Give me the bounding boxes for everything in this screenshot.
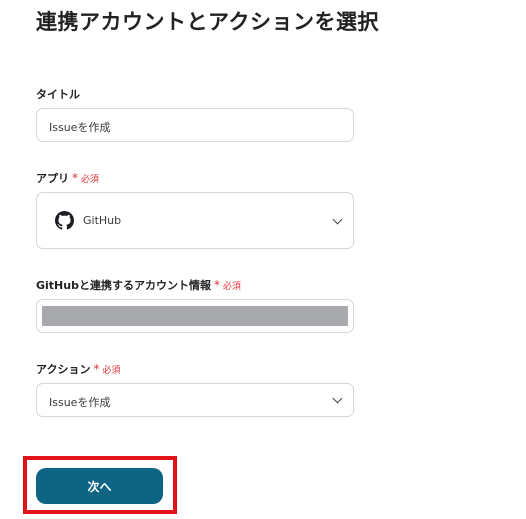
page-title: 連携アカウントとアクションを選択 — [36, 10, 379, 34]
account-label-text: GitHubと連携するアカウント情報 — [36, 279, 211, 292]
app-select[interactable]: GitHub — [36, 192, 354, 249]
title-input-value: Issueを作成 — [49, 121, 111, 134]
next-button[interactable]: 次へ — [36, 468, 163, 504]
chevron-down-icon — [332, 214, 343, 225]
required-badge: * 必須 — [93, 362, 121, 376]
action-field-label: アクション * 必須 — [36, 361, 120, 377]
required-badge: * 必須 — [213, 278, 241, 292]
chevron-down-icon — [332, 393, 343, 404]
title-field-label: タイトル — [36, 86, 80, 102]
action-select[interactable]: Issueを作成 — [36, 383, 354, 417]
app-label-text: アプリ — [36, 172, 69, 185]
app-field-label: アプリ * 必須 — [36, 170, 99, 186]
account-field-label: GitHubと連携するアカウント情報 * 必須 — [36, 277, 241, 293]
required-badge: * 必須 — [72, 171, 99, 185]
action-label-text: アクション — [36, 363, 91, 376]
masked-account-value — [42, 306, 348, 326]
app-select-value: GitHub — [83, 214, 122, 227]
action-select-value: Issueを作成 — [49, 396, 111, 409]
title-input[interactable]: Issueを作成 — [36, 108, 354, 142]
github-icon — [55, 211, 74, 230]
title-label-text: タイトル — [36, 88, 80, 101]
account-select[interactable] — [36, 299, 354, 333]
